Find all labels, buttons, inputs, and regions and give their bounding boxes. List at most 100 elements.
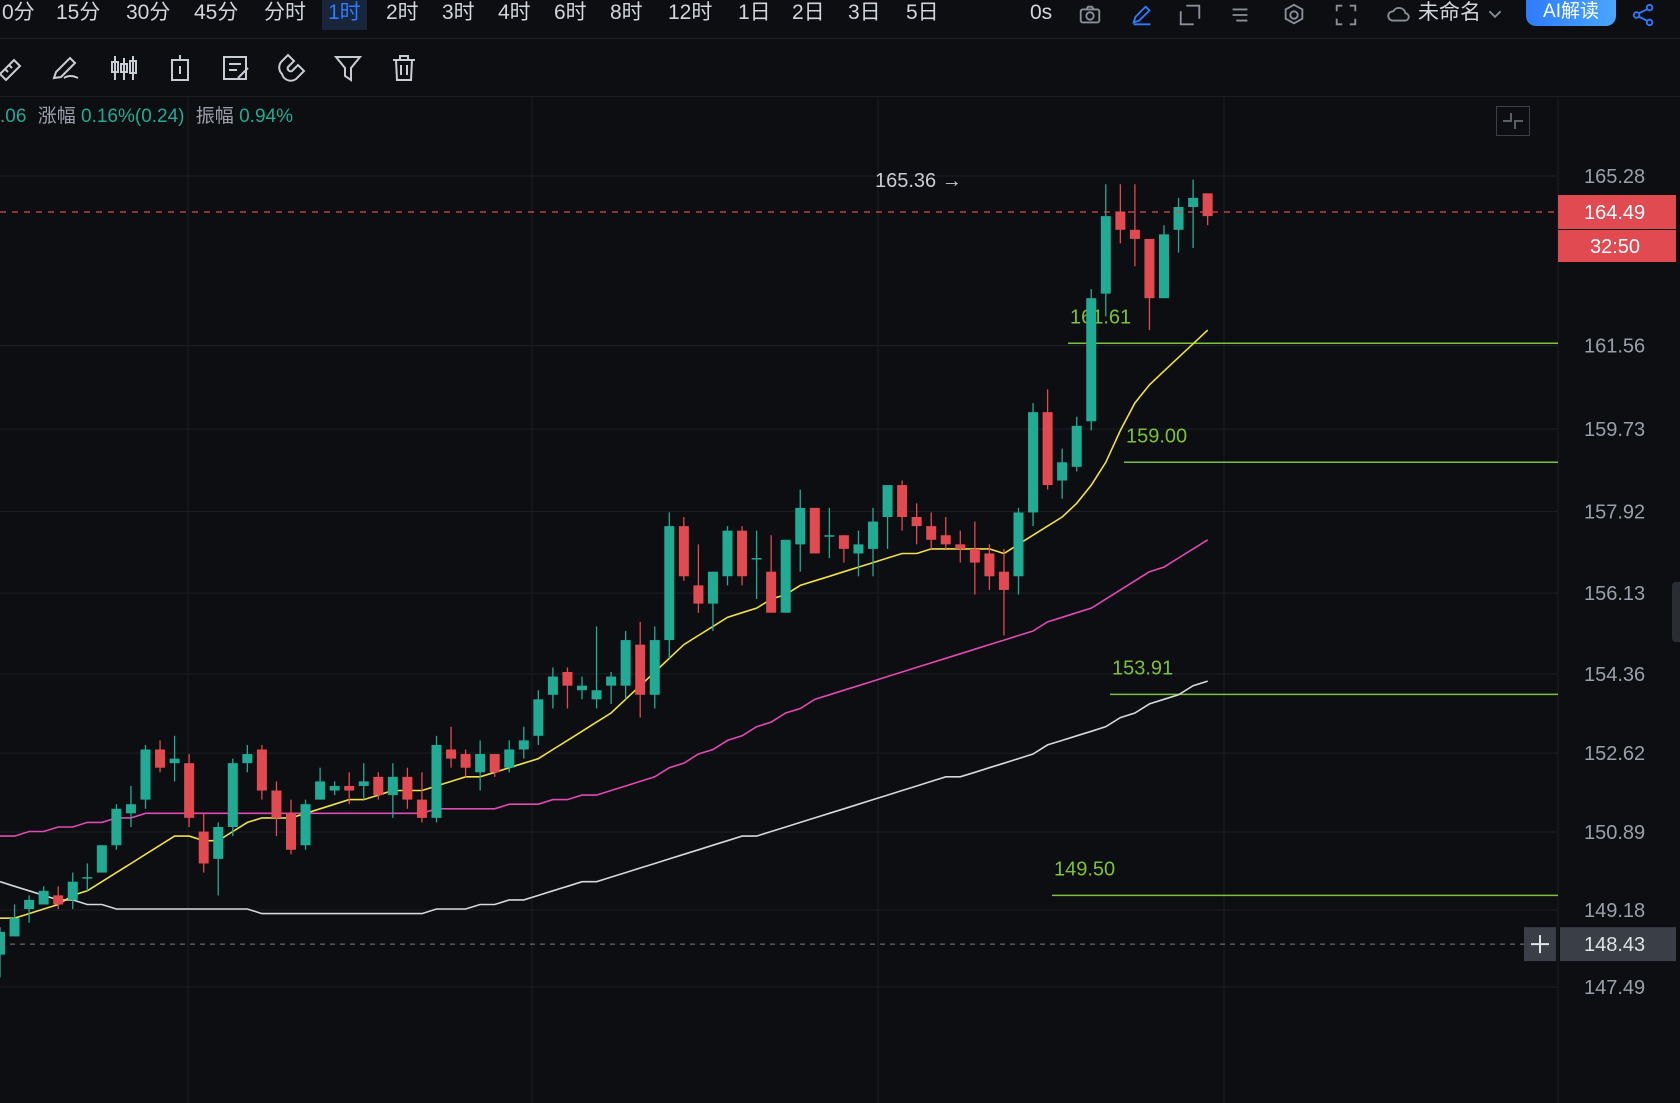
candle-body[interactable] <box>635 644 646 695</box>
list-icon[interactable] <box>1226 2 1254 28</box>
ruler-icon[interactable] <box>0 52 28 84</box>
candle-body[interactable] <box>780 539 791 613</box>
side-panel-handle[interactable] <box>1672 582 1680 642</box>
candle-body[interactable] <box>1042 412 1053 486</box>
candle-body[interactable] <box>358 781 369 786</box>
candle-body[interactable] <box>300 804 311 846</box>
candle-body[interactable] <box>489 754 500 773</box>
settings-icon[interactable] <box>1280 2 1308 28</box>
tab-timeframe-0[interactable]: 0分 <box>0 0 41 30</box>
candle-body[interactable] <box>1188 197 1199 207</box>
candle-body[interactable] <box>577 685 587 691</box>
candle-body[interactable] <box>1057 462 1068 481</box>
trash-icon[interactable] <box>388 52 420 84</box>
candle-body[interactable] <box>227 763 238 827</box>
candle-body[interactable] <box>707 571 718 604</box>
candle-body[interactable] <box>926 526 937 540</box>
candle-body[interactable] <box>649 640 660 695</box>
ai-interpret-button[interactable]: AI解读 <box>1526 0 1616 26</box>
candle-body[interactable] <box>111 808 122 846</box>
candle-body[interactable] <box>198 831 209 864</box>
candle-body[interactable] <box>416 799 427 818</box>
tab-timeframe-14[interactable]: 3日 <box>842 0 887 30</box>
camera-icon[interactable] <box>1076 2 1104 28</box>
candle-body[interactable] <box>271 790 282 818</box>
candle-body[interactable] <box>969 548 980 563</box>
candle-body[interactable] <box>242 754 253 764</box>
candle-body[interactable] <box>518 740 529 750</box>
candle-body[interactable] <box>664 526 675 641</box>
candle-body[interactable] <box>722 530 733 577</box>
candle-body[interactable] <box>955 544 966 549</box>
tab-timeframe-1[interactable]: 15分 <box>50 0 106 30</box>
candle-body[interactable] <box>24 899 35 910</box>
tab-timeframe-7[interactable]: 3时 <box>436 0 481 30</box>
candle-body[interactable] <box>0 931 5 955</box>
candle-body[interactable] <box>460 754 471 768</box>
candle-body[interactable] <box>693 585 704 604</box>
chevron-down-icon[interactable] <box>1486 2 1504 28</box>
candle-body[interactable] <box>547 676 558 695</box>
filter-icon[interactable] <box>332 52 364 84</box>
candle-body[interactable] <box>125 804 136 814</box>
draw-pencil-icon[interactable] <box>50 52 82 84</box>
candle-body[interactable] <box>1071 425 1082 467</box>
candle-body[interactable] <box>344 785 355 791</box>
tab-timeframe-9[interactable]: 6时 <box>548 0 593 30</box>
candle-body[interactable] <box>475 754 486 773</box>
candle-body[interactable] <box>824 535 835 537</box>
candle-body[interactable] <box>402 776 413 800</box>
refresh-interval[interactable]: 0s <box>1024 0 1058 30</box>
candle-body[interactable] <box>940 535 951 545</box>
tab-timeframe-6[interactable]: 2时 <box>380 0 425 30</box>
fullscreen-icon[interactable] <box>1332 2 1360 28</box>
candle-body[interactable] <box>998 571 1009 590</box>
tab-timeframe-12[interactable]: 1日 <box>732 0 777 30</box>
candle-body[interactable] <box>533 699 544 736</box>
candle-body[interactable] <box>795 507 806 545</box>
candle-body[interactable] <box>620 640 631 686</box>
candle-body[interactable] <box>1129 229 1140 239</box>
candle-body[interactable] <box>387 776 398 796</box>
candle-body[interactable] <box>184 763 195 818</box>
trade-icon[interactable] <box>164 52 196 84</box>
candle-body[interactable] <box>286 813 296 850</box>
share-icon[interactable] <box>1630 2 1658 28</box>
cloud-icon[interactable] <box>1384 2 1412 28</box>
candle-body[interactable] <box>591 690 602 700</box>
candle-body[interactable] <box>9 918 20 937</box>
tab-timeframe-13[interactable]: 2日 <box>786 0 831 30</box>
magnet-icon[interactable] <box>274 52 306 84</box>
tab-timeframe-5[interactable]: 1时 <box>322 0 367 30</box>
candle-body[interactable] <box>1013 512 1024 577</box>
candle-body[interactable] <box>140 749 151 800</box>
new-window-icon[interactable] <box>1176 2 1204 28</box>
tab-timeframe-10[interactable]: 8时 <box>604 0 649 30</box>
tab-timeframe-11[interactable]: 12时 <box>662 0 718 30</box>
candle-body[interactable] <box>853 544 864 554</box>
candle-body[interactable] <box>1086 298 1097 422</box>
candle-body[interactable] <box>446 749 457 759</box>
candle-body[interactable] <box>53 895 64 905</box>
tab-timeframe-15[interactable]: 5日 <box>900 0 945 30</box>
candle-body[interactable] <box>96 845 107 873</box>
candle-body[interactable] <box>1173 206 1184 230</box>
candle-body[interactable] <box>1144 238 1155 299</box>
candle-body[interactable] <box>213 826 224 859</box>
candle-body[interactable] <box>315 781 326 800</box>
candle-body[interactable] <box>431 744 442 818</box>
candle-body[interactable] <box>169 758 180 764</box>
candle-body[interactable] <box>911 516 922 527</box>
candle-body[interactable] <box>82 877 93 879</box>
candle-body[interactable] <box>809 507 820 554</box>
candle-body[interactable] <box>1159 234 1169 299</box>
candle-body[interactable] <box>1100 216 1111 294</box>
tab-timeframe-2[interactable]: 30分 <box>120 0 176 30</box>
candle-body[interactable] <box>897 485 908 517</box>
candle-body[interactable] <box>256 749 267 791</box>
candle-body[interactable] <box>606 676 617 686</box>
candle-body[interactable] <box>504 749 515 768</box>
candle-body[interactable] <box>1028 412 1039 513</box>
candle-body[interactable] <box>329 785 340 791</box>
candle-body[interactable] <box>678 526 689 577</box>
